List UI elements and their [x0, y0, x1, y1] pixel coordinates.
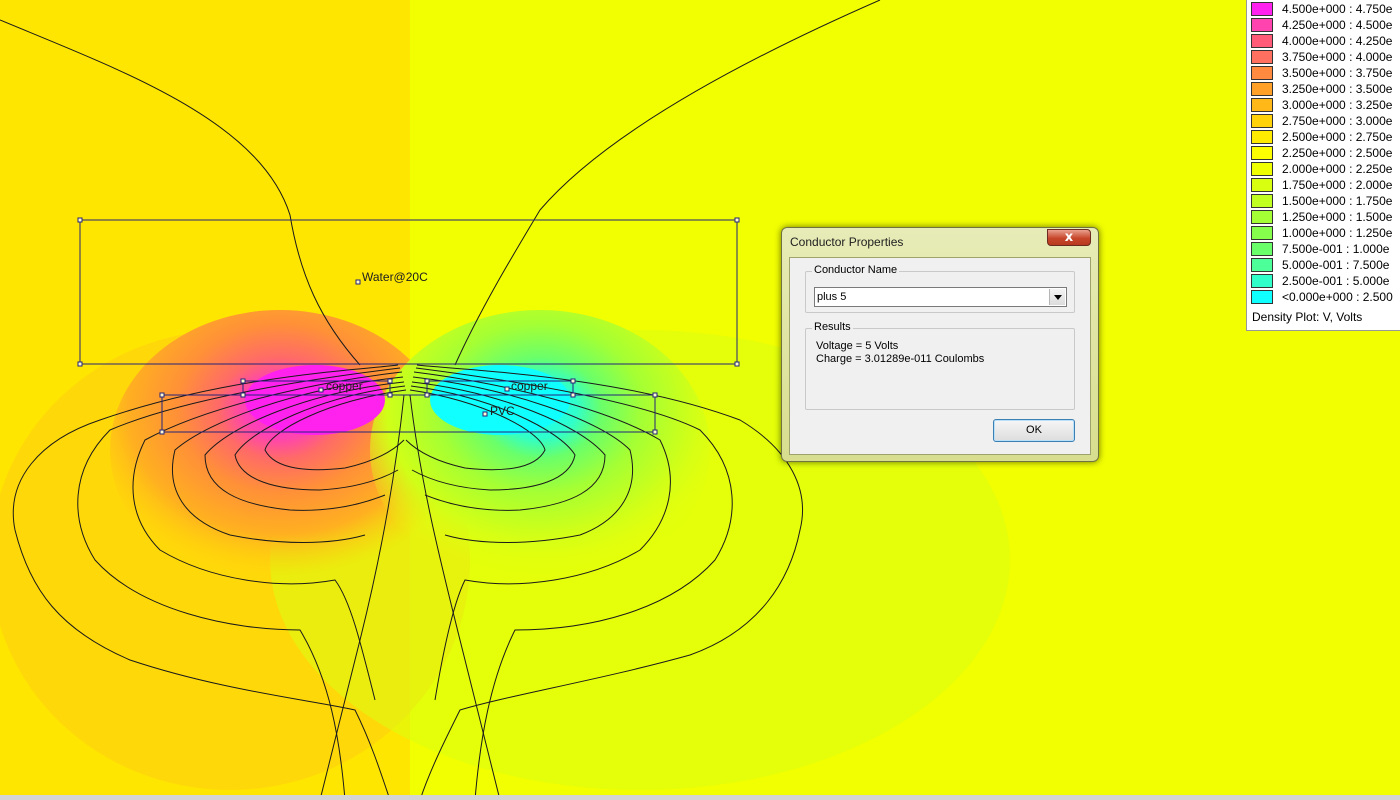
conductor-name-select[interactable]: plus 5 [814, 287, 1067, 307]
conductor-name-group-label: Conductor Name [812, 264, 900, 276]
node-point [424, 392, 430, 398]
results-group: Results Voltage = 5 Volts Charge = 3.012… [805, 321, 1075, 410]
legend-swatch [1251, 130, 1273, 144]
node-point [240, 392, 246, 398]
legend-range: 3.500e+000 : 3.750e [1282, 66, 1393, 80]
legend-swatch [1251, 34, 1273, 48]
legend-swatch [1251, 226, 1273, 240]
dialog-title: Conductor Properties [790, 235, 904, 249]
legend-range: 2.250e+000 : 2.500e [1282, 146, 1393, 160]
node-point [570, 392, 576, 398]
legend-swatch [1251, 146, 1273, 160]
copper-left-label: copper [326, 379, 363, 393]
copper-right-label: copper [511, 379, 548, 393]
legend-range: 1.000e+000 : 1.250e [1282, 226, 1393, 240]
chevron-down-icon[interactable] [1049, 289, 1065, 305]
node-point [424, 378, 430, 384]
density-plot[interactable] [0, 0, 1400, 800]
legend-title: Density Plot: V, Volts [1252, 310, 1363, 324]
label-marker [318, 387, 324, 393]
legend-range: 2.000e+000 : 2.250e [1282, 162, 1393, 176]
legend-swatch [1251, 210, 1273, 224]
legend-swatch [1251, 114, 1273, 128]
close-icon: x [1064, 230, 1074, 245]
legend-swatch [1251, 66, 1273, 80]
legend-range: 2.750e+000 : 3.000e [1282, 114, 1393, 128]
node-point [734, 361, 740, 367]
legend-swatch [1251, 194, 1273, 208]
window-bottom-edge [0, 795, 1400, 800]
pvc-region-label: PVC [490, 404, 515, 418]
label-marker [482, 411, 488, 417]
node-point [734, 217, 740, 223]
conductor-name-value: plus 5 [817, 291, 847, 303]
node-point [159, 392, 165, 398]
legend-range: 4.500e+000 : 4.750e [1282, 2, 1393, 16]
node-point [652, 392, 658, 398]
ok-button[interactable]: OK [993, 419, 1075, 442]
results-group-label: Results [812, 321, 853, 333]
voltage-result: Voltage = 5 Volts [816, 340, 899, 352]
legend-range: 4.250e+000 : 4.500e [1282, 18, 1393, 32]
node-point [159, 429, 165, 435]
water-region-label: Water@20C [362, 270, 428, 284]
dialog-body: Conductor Name plus 5 Results Voltage = … [789, 257, 1091, 455]
label-marker [504, 386, 510, 392]
legend-range: 3.000e+000 : 3.250e [1282, 98, 1393, 112]
legend-range: 3.250e+000 : 3.500e [1282, 82, 1393, 96]
legend-range: 2.500e-001 : 5.000e [1282, 274, 1390, 288]
close-button[interactable]: x [1047, 229, 1091, 246]
legend-swatch [1251, 82, 1273, 96]
legend-range: 5.000e-001 : 7.500e [1282, 258, 1390, 272]
legend-swatch [1251, 162, 1273, 176]
legend-swatch [1251, 290, 1273, 304]
legend-swatch [1251, 2, 1273, 16]
legend-range: 1.750e+000 : 2.000e [1282, 178, 1393, 192]
node-point [652, 429, 658, 435]
legend-swatch [1251, 242, 1273, 256]
legend-range: 3.750e+000 : 4.000e [1282, 50, 1393, 64]
density-legend: 4.500e+000 : 4.750e 4.250e+000 : 4.500e … [1246, 0, 1400, 331]
node-point [387, 378, 393, 384]
node-point [240, 378, 246, 384]
legend-range: <0.000e+000 : 2.500 [1282, 290, 1393, 304]
legend-swatch [1251, 50, 1273, 64]
node-point [77, 217, 83, 223]
node-point [570, 378, 576, 384]
legend-swatch [1251, 274, 1273, 288]
legend-swatch [1251, 258, 1273, 272]
node-point [387, 392, 393, 398]
legend-swatch [1251, 178, 1273, 192]
legend-range: 2.500e+000 : 2.750e [1282, 130, 1393, 144]
right-gradient-lobe [370, 310, 710, 590]
conductor-properties-dialog: Conductor Properties x Conductor Name pl… [781, 227, 1099, 462]
legend-swatch [1251, 98, 1273, 112]
node-point [77, 361, 83, 367]
legend-swatch [1251, 18, 1273, 32]
legend-range: 7.500e-001 : 1.000e [1282, 242, 1390, 256]
label-marker [355, 279, 361, 285]
left-conductor-hotspot [245, 365, 385, 435]
legend-range: 1.250e+000 : 1.500e [1282, 210, 1393, 224]
legend-range: 4.000e+000 : 4.250e [1282, 34, 1393, 48]
legend-range: 1.500e+000 : 1.750e [1282, 194, 1393, 208]
conductor-name-group: Conductor Name plus 5 [805, 264, 1075, 313]
charge-result: Charge = 3.01289e-011 Coulombs [816, 353, 985, 365]
